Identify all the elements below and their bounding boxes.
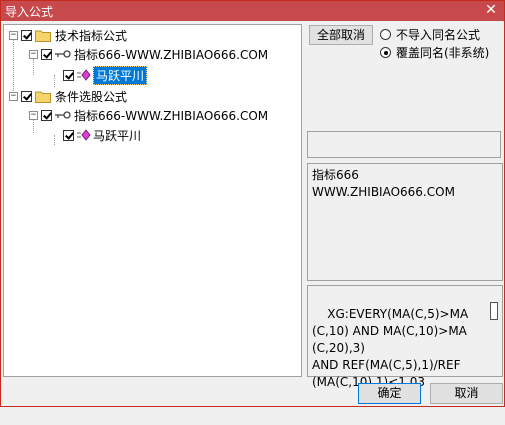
author-checkbox[interactable] (41, 109, 52, 121)
radio-dot[interactable] (380, 47, 391, 58)
scrollbar-thumb[interactable] (490, 302, 498, 320)
window-title: 导入公式 (5, 5, 54, 19)
tree-node-group[interactable]: − 条件选股公式 (9, 87, 127, 105)
group-checkbox[interactable] (21, 29, 32, 41)
tree-node-formula[interactable]: 马跃平川 (63, 65, 148, 85)
radio-skip-duplicates[interactable]: 不导入同名公式 (380, 26, 480, 43)
collapse-icon[interactable]: − (29, 49, 38, 59)
empty-field (307, 131, 501, 158)
tree-node-author[interactable]: − 指标666-WWW.ZHIBIAO666.COM (29, 106, 268, 124)
key-icon (55, 111, 71, 119)
tree-node-formula[interactable]: 马跃平川 (63, 126, 141, 144)
author-checkbox[interactable] (41, 48, 52, 60)
radio-overwrite-duplicates[interactable]: 覆盖同名(非系统) (380, 44, 489, 61)
collapse-icon[interactable]: − (9, 91, 18, 101)
folder-icon (35, 30, 51, 42)
folder-icon (35, 91, 51, 103)
tree-connector (54, 135, 55, 145)
group-checkbox[interactable] (21, 90, 32, 102)
collapse-icon[interactable]: − (29, 110, 38, 120)
radio-dot[interactable] (380, 29, 391, 40)
radio-label: 覆盖同名(非系统) (396, 46, 490, 60)
group-label: 技术指标公式 (55, 28, 128, 43)
author-label: 指标666-WWW.ZHIBIAO666.COM (74, 108, 269, 123)
group-label: 条件选股公式 (55, 89, 128, 104)
ok-button[interactable]: 确定 (358, 383, 421, 404)
formula-source-box[interactable]: XG:EVERY(MA(C,5)>MA (C,10) AND MA(C,10)>… (307, 285, 503, 389)
tree-node-author[interactable]: − 指标666-WWW.ZHIBIAO666.COM (29, 45, 268, 63)
tree-node-group[interactable]: − 技术指标公式 (9, 26, 127, 44)
close-icon[interactable]: ✕ (484, 2, 498, 18)
formula-source-text: XG:EVERY(MA(C,5)>MA (C,10) AND MA(C,10)>… (312, 307, 469, 389)
formula-checkbox[interactable] (63, 69, 74, 81)
cancel-button[interactable]: 取消 (430, 383, 503, 404)
formula-icon (77, 69, 91, 81)
title-bar: 导入公式 ✕ (1, 1, 504, 21)
radio-label: 不导入同名公式 (396, 28, 481, 42)
formula-icon (77, 129, 91, 141)
formula-checkbox[interactable] (63, 129, 74, 141)
collapse-icon[interactable]: − (9, 30, 18, 40)
formula-tree: − 技术指标公式 − 指标666-WWW.ZHIBIAO666.COM 马跃平川… (3, 24, 302, 377)
key-icon (55, 50, 71, 58)
tree-connector (54, 75, 55, 87)
formula-label: 马跃平川 (93, 65, 148, 85)
formula-label: 马跃平川 (93, 128, 142, 143)
description-box[interactable]: 指标666 WWW.ZHIBIAO666.COM (307, 163, 503, 281)
import-formula-dialog: 导入公式 ✕ − 技术指标公式 − 指标666-WWW.ZHIBIAO666.C… (0, 0, 505, 407)
author-label: 指标666-WWW.ZHIBIAO666.COM (74, 47, 269, 62)
deselect-all-button[interactable]: 全部取消 (309, 25, 373, 45)
